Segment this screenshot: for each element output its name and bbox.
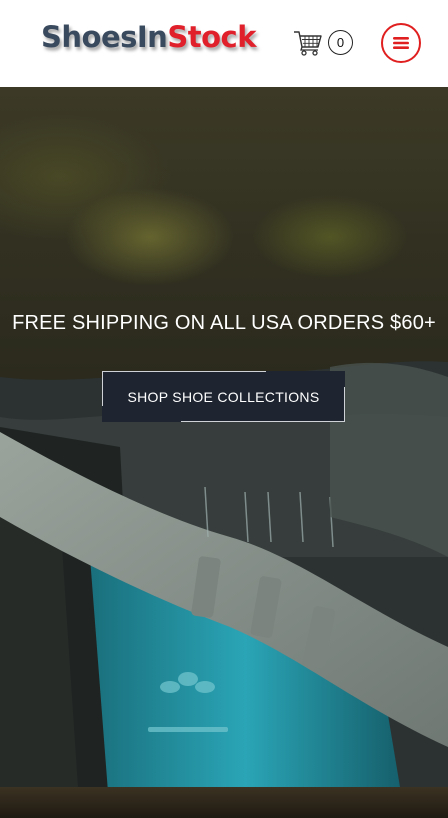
sneaker-photo (0, 361, 448, 818)
logo-text-stock: Stock (167, 20, 256, 54)
shop-collections-button[interactable]: SHOP SHOE COLLECTIONS (102, 371, 345, 422)
menu-button[interactable] (381, 23, 421, 63)
cart-count-badge[interactable]: 0 (328, 30, 353, 55)
hero-headline: FREE SHIPPING ON ALL USA ORDERS $60+ (12, 312, 436, 334)
hamburger-menu-icon (393, 37, 409, 49)
site-header: ShoesInStock 0 (0, 0, 448, 87)
site-logo[interactable]: ShoesInStock (41, 20, 256, 54)
shopping-cart-icon[interactable] (293, 29, 323, 57)
hero-banner: FREE SHIPPING ON ALL USA ORDERS $60+ SHO… (0, 87, 448, 818)
logo-text-shoesin: ShoesIn (41, 20, 168, 54)
button-frame-bottom (181, 387, 345, 422)
